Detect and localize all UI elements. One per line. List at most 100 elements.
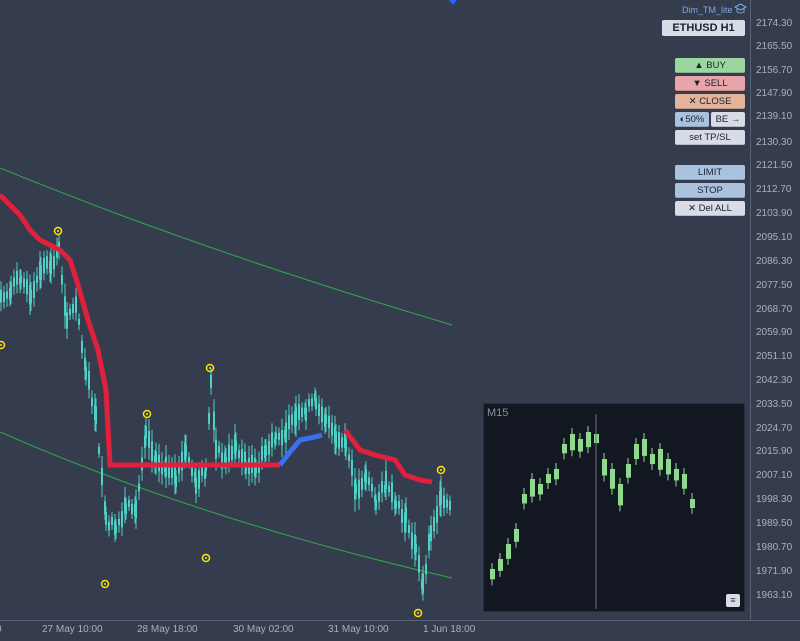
- candle-body: [191, 466, 193, 476]
- candle-body: [433, 517, 435, 532]
- candle-body: [218, 445, 220, 453]
- candle-body: [66, 312, 68, 329]
- candle-body: [13, 277, 15, 287]
- mini-candle-body: [586, 432, 591, 448]
- breakeven-button[interactable]: BE →: [711, 112, 745, 127]
- m15-mini-chart[interactable]: M15 ≡: [483, 403, 745, 612]
- candle-body: [23, 278, 25, 288]
- candle-body: [175, 475, 177, 488]
- price-label: 2156.70: [756, 65, 793, 76]
- candle-body: [315, 397, 317, 410]
- price-label: 2042.30: [756, 375, 793, 386]
- candle-body: [443, 495, 445, 509]
- candle-body: [30, 289, 32, 304]
- graduation-cap-icon[interactable]: [734, 3, 747, 15]
- candle-body: [436, 506, 438, 523]
- candle-body: [91, 397, 93, 407]
- candle-body: [201, 466, 203, 476]
- candle-body: [398, 501, 400, 509]
- mini-candle-body: [626, 464, 631, 478]
- candle-body: [391, 482, 393, 503]
- mini-candle-body: [530, 479, 535, 497]
- price-axis[interactable]: 2174.30 2165.50 2156.70 2147.90 2139.10 …: [750, 0, 800, 620]
- price-label: 2174.30: [756, 18, 793, 29]
- candle-body: [75, 296, 77, 313]
- candle-body: [271, 432, 273, 448]
- fractal-marker-dot: [205, 557, 207, 559]
- candle-body: [301, 407, 303, 417]
- fractal-marker-dot: [417, 612, 419, 614]
- chart-window[interactable]: Dim_TM_lite ETHUSD H1 ▲ BUY ▼ SELL ✕ CLO…: [0, 0, 800, 640]
- candle-body: [295, 406, 297, 427]
- fractal-marker-dot: [104, 583, 106, 585]
- price-label: 2095.10: [756, 232, 793, 243]
- candle-body: [321, 406, 323, 423]
- symbol-timeframe-button[interactable]: ETHUSD H1: [662, 20, 745, 36]
- candle-body: [368, 477, 370, 485]
- price-label: 2077.50: [756, 280, 793, 291]
- candle-body: [388, 485, 390, 493]
- regression-channel: [0, 167, 453, 579]
- fractal-marker-dot: [0, 344, 2, 346]
- candle-body: [261, 446, 263, 461]
- candle-body: [268, 440, 270, 455]
- candle-body: [53, 256, 55, 270]
- candle-body: [351, 459, 353, 476]
- time-label: 27 May 10:00: [42, 624, 103, 635]
- mini-candle-body: [578, 439, 583, 452]
- brand-label: Dim_TM_lite: [682, 5, 733, 15]
- candle-body: [371, 483, 373, 492]
- price-label: 2068.70: [756, 304, 793, 315]
- sell-button[interactable]: ▼ SELL: [675, 76, 745, 91]
- candle-body: [46, 256, 48, 269]
- time-axis[interactable]: 0 27 May 10:00 28 May 18:00 30 May 02:00…: [0, 620, 800, 641]
- candle-body: [278, 432, 280, 440]
- candle-body: [311, 398, 313, 407]
- buy-button[interactable]: ▲ BUY: [675, 58, 745, 73]
- candle-body: [105, 512, 107, 525]
- candle-body: [210, 374, 212, 388]
- candle-body: [195, 477, 197, 494]
- mini-candle-body: [690, 499, 695, 508]
- mini-candle-body: [538, 484, 543, 495]
- candle-body: [395, 500, 397, 509]
- set-tp-sl-button[interactable]: set TP/SL: [675, 130, 745, 145]
- candle-body: [345, 439, 347, 452]
- candle-body: [181, 451, 183, 471]
- candle-body: [428, 533, 430, 551]
- close-button[interactable]: ✕ CLOSE: [675, 94, 745, 109]
- mini-candle-body: [570, 434, 575, 451]
- close-half-button[interactable]: ◐50%: [675, 112, 709, 127]
- candle-body: [138, 483, 140, 492]
- price-label: 1998.30: [756, 494, 793, 505]
- candle-body: [228, 444, 230, 462]
- candle-body: [446, 499, 448, 508]
- candle-body: [115, 525, 117, 533]
- mini-candle-body: [610, 469, 615, 489]
- candle-body: [50, 254, 52, 275]
- mini-candle-body: [602, 459, 607, 476]
- candle-body: [430, 525, 432, 542]
- price-label: 2112.70: [756, 184, 792, 195]
- candle-body: [449, 500, 451, 511]
- mini-candle-body: [546, 474, 551, 483]
- candle-body: [16, 270, 18, 285]
- candle-body: [43, 258, 45, 274]
- mini-candle-body: [642, 439, 647, 456]
- candle-body: [69, 308, 71, 316]
- candle-body: [125, 503, 127, 515]
- candle-body: [288, 415, 290, 430]
- stop-order-button[interactable]: STOP: [675, 183, 745, 198]
- price-label: 1963.10: [756, 590, 793, 601]
- candle-body: [378, 492, 380, 502]
- mini-chart-plot: [490, 414, 695, 609]
- candle-body: [185, 444, 187, 457]
- limit-order-button[interactable]: LIMIT: [675, 165, 745, 180]
- candle-body: [422, 573, 424, 593]
- delete-all-orders-button[interactable]: ✕ Del ALL: [675, 201, 745, 216]
- trailing-stop-red-segment: [0, 193, 280, 468]
- price-label: 2007.10: [756, 470, 793, 481]
- candle-body: [415, 543, 417, 553]
- mini-chart-menu-icon[interactable]: ≡: [726, 594, 740, 607]
- candle-body: [275, 432, 277, 440]
